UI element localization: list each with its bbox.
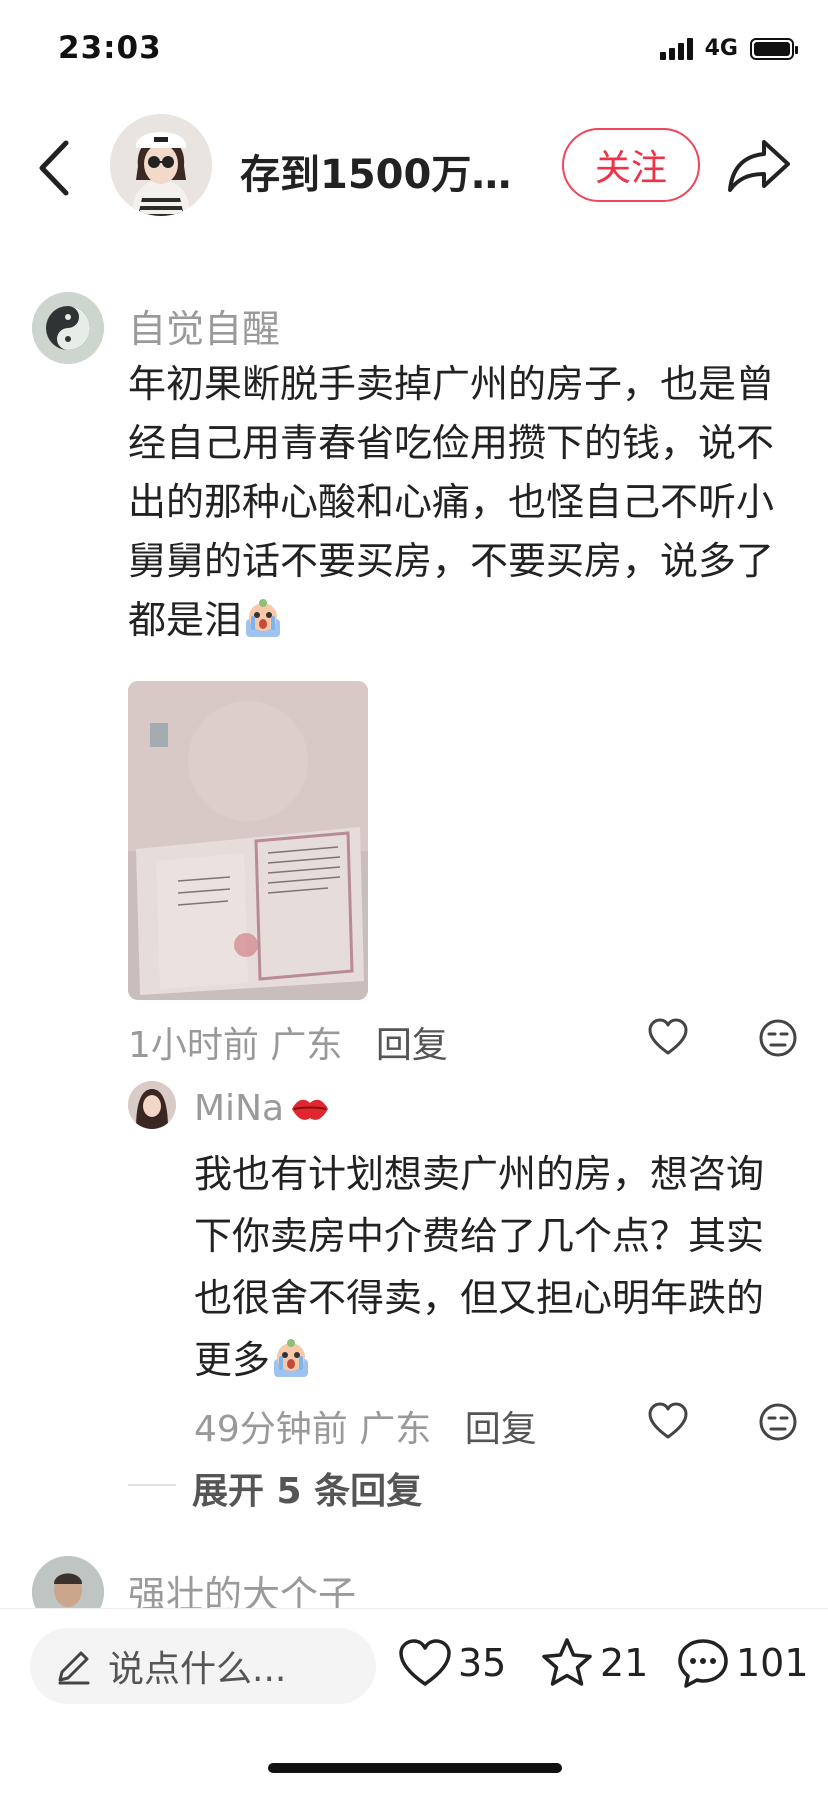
- dislike-face-icon: [759, 1019, 797, 1057]
- comment-body: 年初果断脱手卖掉广州的房子，也是曾经自己用青春省吃俭用攒下的钱，说不出的那种心酸…: [128, 362, 775, 642]
- crying-emoji-icon: [274, 1339, 309, 1377]
- author-avatar[interactable]: [110, 114, 212, 216]
- expand-divider: [128, 1484, 176, 1486]
- heart-icon: [648, 1402, 688, 1439]
- commenter-avatar[interactable]: [32, 292, 104, 364]
- property-certificate-photo: [128, 681, 368, 1000]
- dislike-face-icon: [759, 1403, 797, 1441]
- comment-time: 1小时前: [128, 1025, 259, 1066]
- comment-location: 广东: [270, 1025, 343, 1066]
- reply-meta: 49分钟前 广东 回复: [194, 1400, 537, 1452]
- author-avatar-image: [110, 114, 212, 216]
- battery-icon: [750, 37, 798, 60]
- like-comment-button[interactable]: [648, 1018, 688, 1060]
- reply-avatar[interactable]: [128, 1081, 176, 1129]
- heart-icon: [648, 1018, 688, 1055]
- like-post-button[interactable]: 35: [398, 1638, 506, 1688]
- back-button[interactable]: [36, 138, 76, 198]
- post-title: 存到1500万…: [240, 152, 512, 198]
- commenter-name[interactable]: 自觉自醒: [128, 298, 280, 353]
- comment-count: 101: [736, 1641, 809, 1685]
- comment-meta: 1小时前 广东 回复: [128, 1016, 448, 1068]
- share-icon: [728, 140, 790, 192]
- heart-icon: [399, 1639, 451, 1686]
- comment-input-placeholder: 说点什么...: [108, 1649, 287, 1690]
- reply-time: 49分钟前: [194, 1409, 348, 1450]
- favorite-post-button[interactable]: 21: [540, 1636, 648, 1690]
- share-button[interactable]: [726, 136, 792, 196]
- follow-button[interactable]: 关注: [562, 128, 700, 202]
- comment-post-button[interactable]: 101: [676, 1636, 809, 1690]
- kiss-lips-icon: [292, 1099, 329, 1120]
- reply-location: 广东: [359, 1409, 432, 1450]
- status-indicators: 4G: [659, 36, 798, 61]
- like-reply-button[interactable]: [648, 1402, 688, 1444]
- back-icon: [39, 140, 69, 196]
- dislike-comment-button[interactable]: [758, 1018, 798, 1062]
- chat-bubble-icon: [678, 1639, 728, 1688]
- comment-image[interactable]: [128, 681, 368, 1000]
- reply-username[interactable]: MiNa: [194, 1088, 330, 1129]
- dislike-reply-button[interactable]: [758, 1402, 798, 1446]
- status-time: 23:03: [58, 30, 162, 66]
- reply-username-text: MiNa: [194, 1088, 285, 1129]
- comment-text: 年初果断脱手卖掉广州的房子，也是曾经自己用青春省吃俭用攒下的钱，说不出的那种心酸…: [128, 355, 788, 650]
- reply-button[interactable]: 回复: [376, 1025, 448, 1066]
- network-type: 4G: [704, 36, 738, 61]
- home-indicator[interactable]: [268, 1763, 562, 1773]
- expand-replies-button[interactable]: 展开 5 条回复: [192, 1462, 422, 1514]
- reply-avatar-image: [128, 1081, 176, 1129]
- pencil-icon: [58, 1651, 90, 1685]
- reply-text: 我也有计划想卖广州的房，想咨询下你卖房中介费给了几个点？其实也很舍不得卖，但又担…: [194, 1143, 794, 1391]
- like-count: 35: [458, 1641, 507, 1685]
- star-icon: [542, 1638, 592, 1686]
- signal-icon: [659, 37, 693, 60]
- yin-yang-avatar-image: [32, 292, 104, 364]
- comment-input[interactable]: 说点什么...: [30, 1628, 376, 1704]
- reply-to-reply-button[interactable]: 回复: [465, 1409, 537, 1450]
- favorite-count: 21: [600, 1641, 649, 1685]
- crying-emoji-icon: [246, 599, 281, 637]
